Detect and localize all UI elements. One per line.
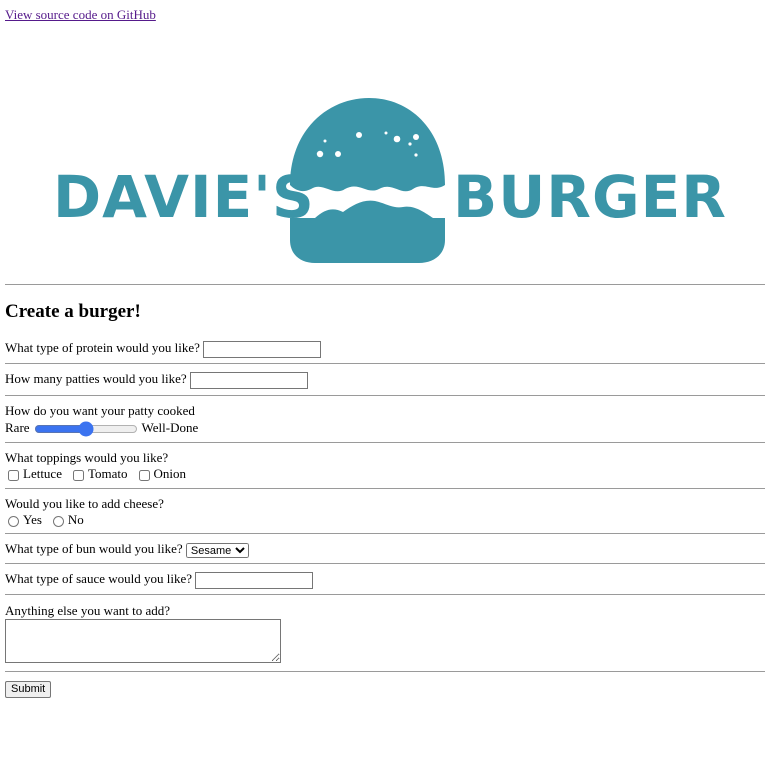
bun-row: What type of bun would you like? Sesame <box>5 541 765 558</box>
extra-row: Anything else you want to add? <box>5 603 765 667</box>
patties-label: How many patties would you like? <box>5 371 187 386</box>
topping-option-tomato[interactable]: Tomato <box>70 466 128 481</box>
extra-label: Anything else you want to add? <box>5 603 170 618</box>
submit-button[interactable]: Submit <box>5 680 52 698</box>
protein-input[interactable] <box>203 340 322 358</box>
protein-label: What type of protein would you like? <box>5 340 200 355</box>
cheese-row: Would you like to add cheese? Yes No <box>5 496 765 528</box>
topping-checkbox-onion[interactable] <box>138 469 150 481</box>
logo-word-right: BURGERS <box>453 163 725 231</box>
sauce-label: What type of sauce would you like? <box>5 571 192 586</box>
toppings-row: What toppings would you like? Lettuce Tom… <box>5 450 765 482</box>
divider <box>5 395 765 396</box>
cheese-radio-no[interactable] <box>52 515 64 527</box>
protein-row: What type of protein would you like? <box>5 340 765 358</box>
toppings-label: What toppings would you like? <box>5 450 169 465</box>
davies-burgers-logo: DAVIE'S BURGERS <box>53 98 725 263</box>
patties-input[interactable] <box>189 371 308 389</box>
cook-row: How do you want your patty cooked Rare We… <box>5 403 765 437</box>
topping-option-lettuce[interactable]: Lettuce <box>5 466 62 481</box>
cook-label: How do you want your patty cooked <box>5 403 195 418</box>
sauce-input[interactable] <box>195 571 314 589</box>
bun-select[interactable]: Sesame <box>185 542 249 558</box>
cheese-option-no[interactable]: No <box>50 512 84 527</box>
topping-checkbox-lettuce[interactable] <box>8 469 19 481</box>
patties-row: How many patties would you like? <box>5 371 765 389</box>
extra-textarea[interactable] <box>5 619 281 663</box>
logo-word-left: DAVIE'S <box>53 163 315 231</box>
topping-option-onion[interactable]: Onion <box>136 466 186 481</box>
cheese-radio-yes[interactable] <box>8 515 19 527</box>
topping-checkbox-tomato[interactable] <box>72 469 84 481</box>
cheese-label: Would you like to add cheese? <box>5 496 164 511</box>
divider <box>5 284 765 285</box>
cook-level-slider[interactable] <box>33 422 138 437</box>
divider <box>5 671 765 672</box>
sauce-row: What type of sauce would you like? <box>5 571 765 589</box>
divider <box>5 442 765 443</box>
form-title: Create a burger! <box>5 301 141 322</box>
cheese-option-yes[interactable]: Yes <box>5 512 42 527</box>
burger-top-bun-icon <box>290 98 445 192</box>
github-source-link[interactable]: View source code on GitHub <box>5 7 156 23</box>
submit-row: Submit <box>5 680 765 698</box>
divider <box>5 563 765 564</box>
divider <box>5 363 765 364</box>
cook-max-label: Well-Done <box>141 420 199 435</box>
divider <box>5 488 765 489</box>
bun-label: What type of bun would you like? <box>5 541 183 556</box>
divider <box>5 594 765 595</box>
divider <box>5 533 765 534</box>
cook-min-label: Rare <box>5 420 30 435</box>
